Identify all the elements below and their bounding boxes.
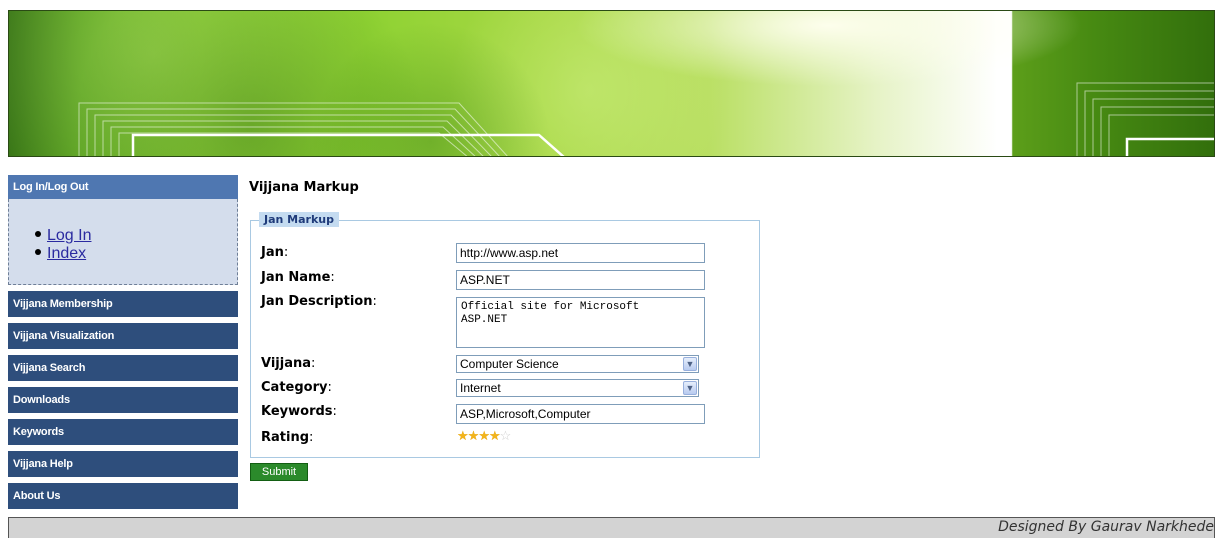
nav-item-vijjana-visualization[interactable]: Vijjana Visualization: [8, 323, 238, 349]
category-select[interactable]: Internet ▼: [456, 379, 699, 397]
vijjana-label-text: Vijjana: [261, 356, 312, 371]
star-icon[interactable]: ★: [489, 428, 501, 443]
footer-credit: Designed By Gaurav Narkhede: [998, 519, 1214, 535]
rating-stars[interactable]: ★★★★☆: [457, 428, 512, 443]
chevron-down-icon[interactable]: ▼: [683, 381, 697, 395]
category-label-text: Category: [261, 380, 328, 395]
jan-name-label: Jan Name:: [261, 270, 335, 285]
bullet-icon: [35, 249, 41, 255]
rating-label: Rating:: [261, 430, 314, 445]
banner-decoration: [78, 82, 1214, 156]
category-select-value: Internet: [460, 381, 501, 395]
keywords-label: Keywords:: [261, 404, 337, 419]
star-icon[interactable]: ★: [457, 428, 469, 443]
vijjana-select-value: Computer Science: [460, 357, 559, 371]
fieldset-legend: Jan Markup: [259, 212, 339, 227]
nav-item-vijjana-search[interactable]: Vijjana Search: [8, 355, 238, 381]
log-in-link[interactable]: Log In: [47, 227, 91, 244]
jan-label-text: Jan: [261, 245, 284, 260]
star-icon[interactable]: ★: [468, 428, 480, 443]
jan-name-label-text: Jan Name: [261, 270, 331, 285]
jan-label: Jan:: [261, 245, 289, 260]
chevron-down-icon[interactable]: ▼: [683, 357, 697, 371]
index-link[interactable]: Index: [47, 245, 86, 262]
page-title: Vijjana Markup: [249, 180, 359, 195]
header-banner: [8, 10, 1215, 157]
jan-name-input[interactable]: ASP.NET: [456, 270, 705, 290]
nav-item-vijjana-help[interactable]: Vijjana Help: [8, 451, 238, 477]
vijjana-select[interactable]: Computer Science ▼: [456, 355, 699, 373]
jan-description-label-text: Jan Description: [261, 294, 373, 309]
login-box: Log In Index: [8, 199, 238, 285]
nav-item-downloads[interactable]: Downloads: [8, 387, 238, 413]
login-header: Log In/Log Out: [8, 175, 238, 199]
keywords-label-text: Keywords: [261, 404, 333, 419]
bullet-icon: [35, 231, 41, 237]
jan-url-input[interactable]: http://www.asp.net: [456, 243, 705, 263]
jan-description-textarea[interactable]: Official site for Microsoft ASP.NET: [456, 297, 705, 348]
login-link-item: Index: [35, 245, 91, 263]
submit-button[interactable]: Submit: [250, 463, 308, 481]
footer: Designed By Gaurav Narkhede: [8, 517, 1215, 538]
star-icon[interactable]: ★: [478, 428, 490, 443]
nav-item-about-us[interactable]: About Us: [8, 483, 238, 509]
category-label: Category:: [261, 380, 332, 395]
nav-item-vijjana-membership[interactable]: Vijjana Membership: [8, 291, 238, 317]
jan-description-label: Jan Description:: [261, 294, 377, 309]
vijjana-label: Vijjana:: [261, 356, 316, 371]
rating-label-text: Rating: [261, 430, 310, 445]
star-icon[interactable]: ☆: [500, 428, 512, 443]
login-links: Log In Index: [35, 227, 91, 263]
login-link-item: Log In: [35, 227, 91, 245]
sidebar: Log In/Log Out Log In Index Vijjana Memb…: [8, 175, 238, 509]
keywords-input[interactable]: ASP,Microsoft,Computer: [456, 404, 705, 424]
nav-item-keywords[interactable]: Keywords: [8, 419, 238, 445]
